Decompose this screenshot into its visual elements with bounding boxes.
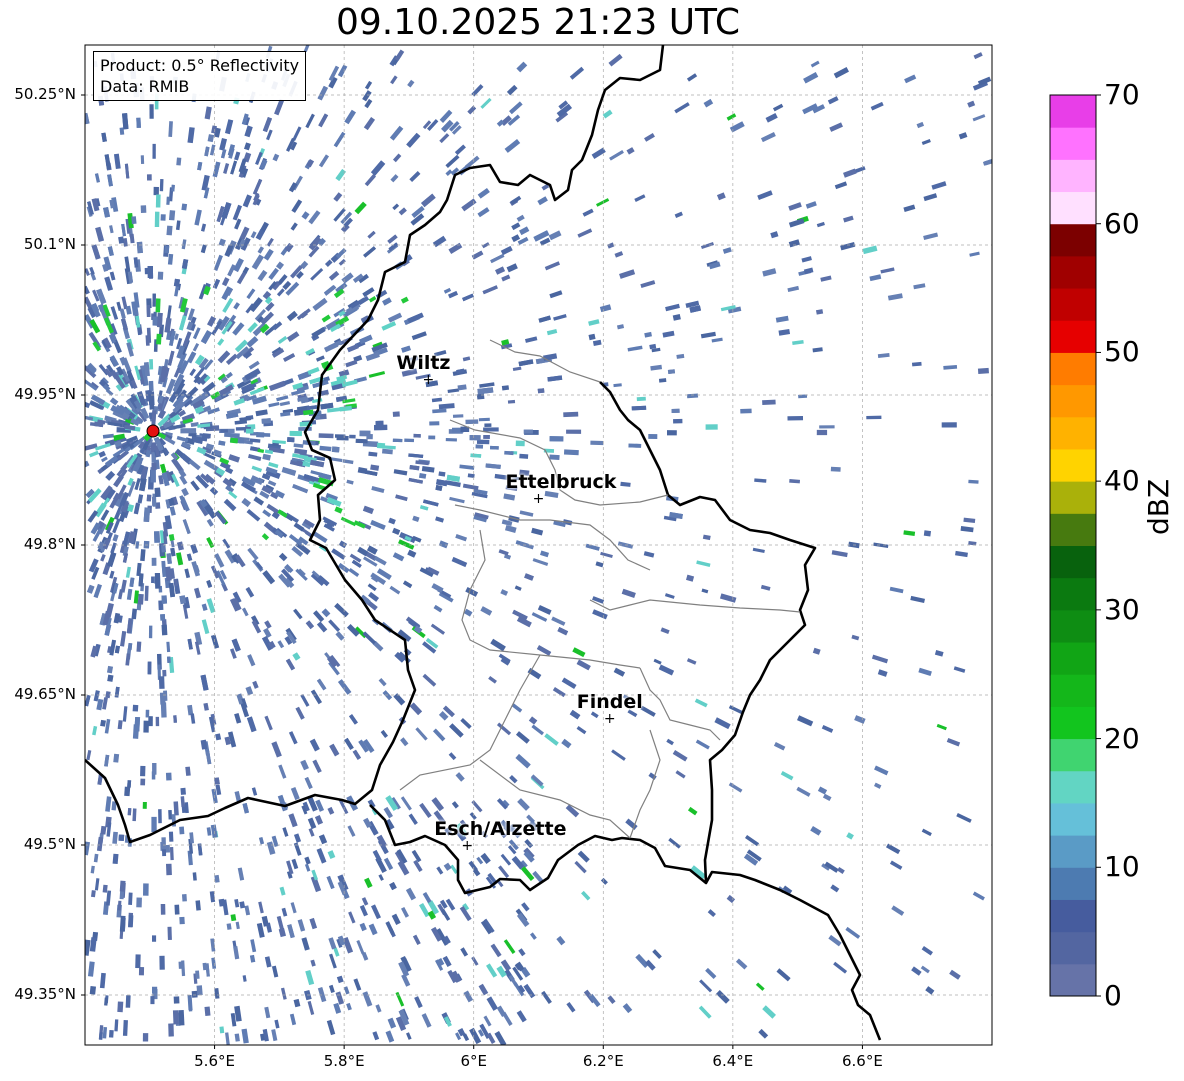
colorbar-segment (1050, 867, 1096, 900)
map-layer: + + + + (85, 45, 992, 1045)
colorbar-tick-label: 70 (1104, 78, 1140, 111)
city-marker: + (461, 838, 473, 854)
info-box: Product: 0.5° Reflectivity Data: RMIB (93, 51, 307, 101)
longitude-tick-label: 6.4°E (712, 1052, 754, 1070)
colorbar-tick-label: 10 (1104, 850, 1140, 884)
colorbar-tick-label: 0 (1104, 979, 1122, 1012)
colorbar-tick-label: 20 (1104, 721, 1140, 755)
colorbar-label: dBZ (1142, 478, 1175, 535)
latitude-tick-label: 49.8°N (23, 535, 76, 553)
colorbar-segment (1050, 674, 1096, 707)
colorbar-tick-label: 30 (1104, 592, 1140, 626)
colorbar-segment (1050, 320, 1096, 353)
longitude-tick-label: 5.8°E (323, 1052, 365, 1070)
radar-site-marker (146, 424, 160, 438)
colorbar-tick-label: 50 (1104, 335, 1140, 369)
colorbar-segment (1050, 127, 1096, 160)
city-marker: + (604, 711, 616, 727)
city-label: Findel (576, 691, 643, 713)
colorbar-tick-label: 60 (1104, 206, 1140, 240)
longitude-tick-label: 6.2°E (582, 1052, 624, 1070)
colorbar-tick-label: 40 (1104, 464, 1140, 498)
latitude-tick-label: 49.95°N (14, 385, 76, 403)
longitude-tick-label: 6.6°E (842, 1052, 883, 1070)
gridlines (85, 45, 992, 1045)
colorbar-segment (1050, 513, 1096, 546)
colorbar-segment (1050, 288, 1096, 321)
colorbar-segment (1050, 384, 1096, 418)
colorbar-segment (1050, 95, 1096, 128)
city-label: Esch/Alzette (434, 818, 567, 840)
colorbar-segment (1050, 835, 1096, 868)
colorbar-segment (1050, 416, 1096, 450)
colorbar-segment (1050, 609, 1096, 643)
colorbar-segment (1050, 577, 1096, 611)
latitude-tick-label: 50.25°N (14, 85, 76, 103)
latitude-tick-label: 49.5°N (23, 835, 76, 853)
colorbar-segment (1050, 931, 1096, 965)
colorbar-segment (1050, 642, 1096, 675)
colorbar-segment (1050, 255, 1096, 289)
colorbar-segment (1050, 159, 1096, 193)
colorbar-segment (1050, 223, 1096, 257)
colorbar-segment (1050, 706, 1096, 740)
colorbar-segment (1050, 963, 1096, 997)
colorbar (1049, 94, 1101, 997)
colorbar-segment (1050, 770, 1096, 804)
colorbar-segment (1050, 802, 1096, 836)
colorbar-segment (1050, 738, 1096, 772)
longitude-tick-label: 6°E (460, 1052, 487, 1070)
colorbar-segment (1050, 899, 1096, 933)
city-label: Wiltz (396, 352, 451, 374)
colorbar-segment (1050, 448, 1096, 482)
radar-map[interactable]: + + + + (0, 0, 1184, 1081)
latitude-tick-label: 49.65°N (14, 685, 76, 703)
city-marker: + (533, 491, 545, 507)
latitude-tick-label: 50.1°N (23, 235, 76, 253)
city-label: Ettelbruck (505, 471, 617, 493)
colorbar-segment (1050, 352, 1096, 386)
colorbar-segment (1050, 191, 1096, 225)
latitude-tick-label: 49.35°N (14, 985, 76, 1003)
longitude-tick-label: 5.6°E (194, 1052, 235, 1070)
colorbar-segment (1050, 481, 1096, 514)
product-label: Product: 0.5° Reflectivity (100, 56, 300, 75)
colorbar-segment (1050, 545, 1096, 579)
city-marker: + (422, 372, 434, 388)
data-source-label: Data: RMIB (100, 77, 190, 96)
